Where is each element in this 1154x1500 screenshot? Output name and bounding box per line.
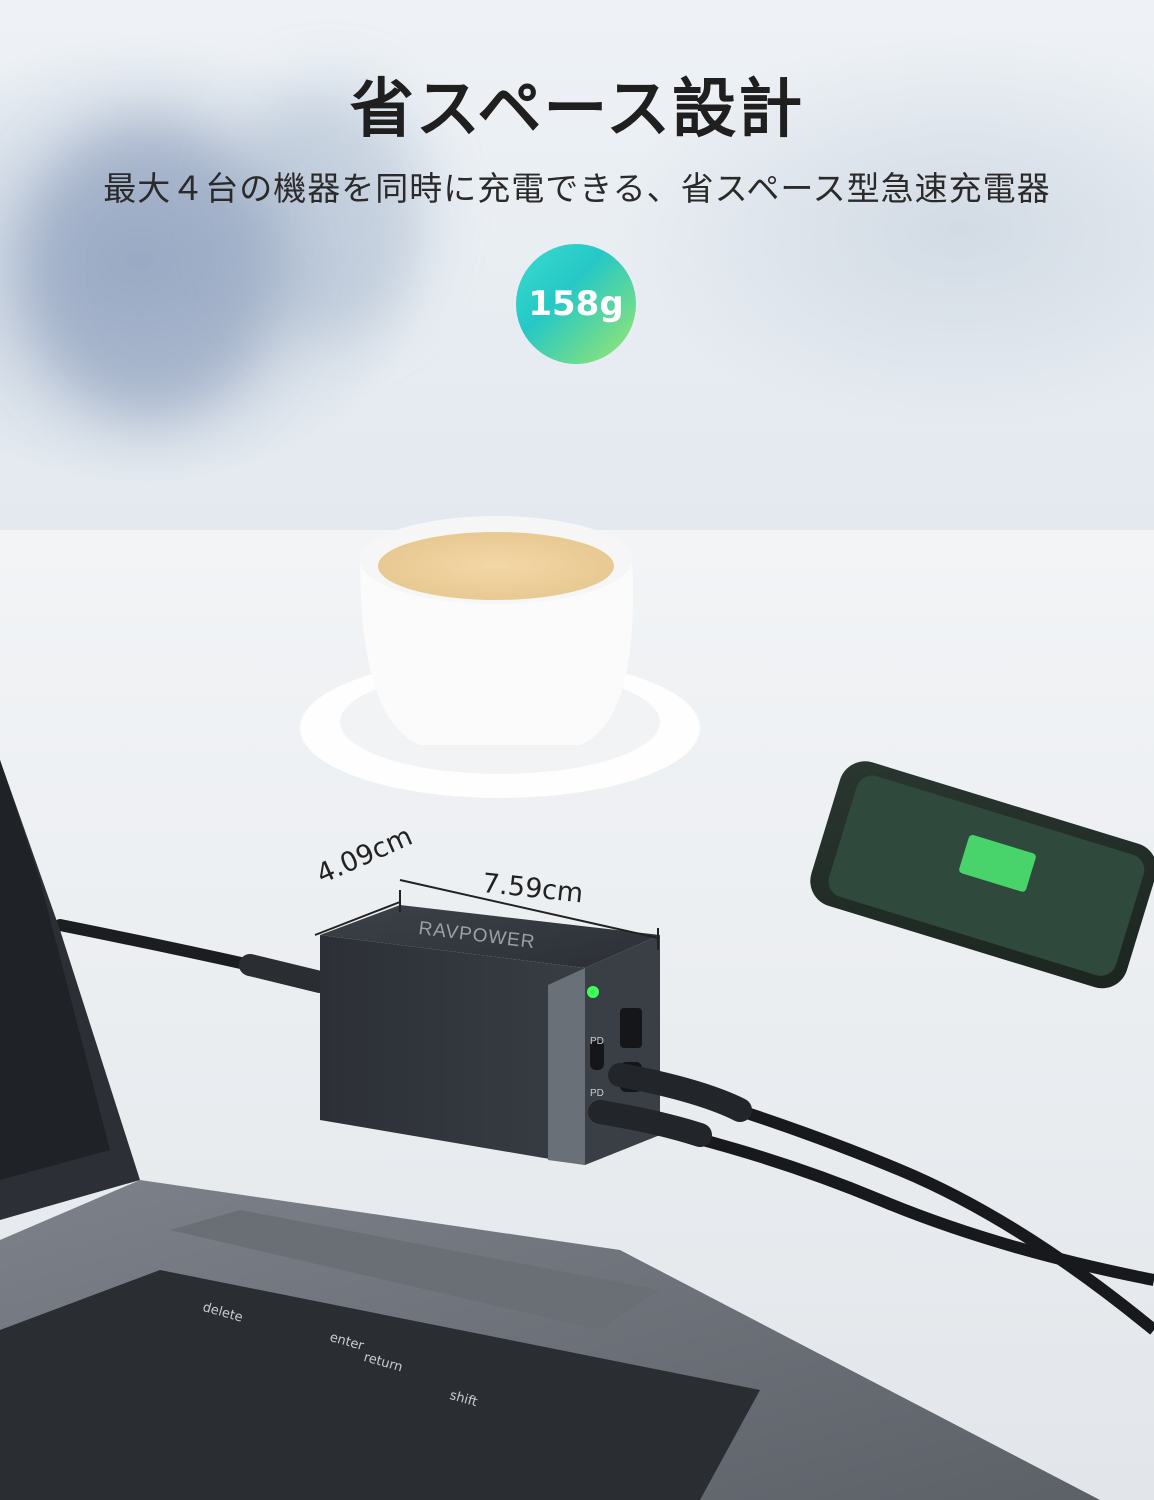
- smartphone: [810, 761, 1154, 989]
- port-label: PD: [590, 1088, 604, 1099]
- product-scene: 省スペース設計 最大４台の機器を同時に充電できる、省スペース型急速充電器 158…: [0, 0, 1154, 1500]
- weight-value: 158g: [528, 284, 624, 324]
- scene-illustration: [0, 516, 1154, 1500]
- weight-badge: 158g: [516, 244, 636, 364]
- page-title: 省スペース設計: [349, 73, 805, 147]
- port-label: PD: [590, 1036, 604, 1047]
- led-indicator: [587, 986, 599, 998]
- coffee-surface: [378, 532, 614, 600]
- page-subtitle: 最大４台の機器を同時に充電できる、省スペース型急速充電器: [103, 169, 1051, 208]
